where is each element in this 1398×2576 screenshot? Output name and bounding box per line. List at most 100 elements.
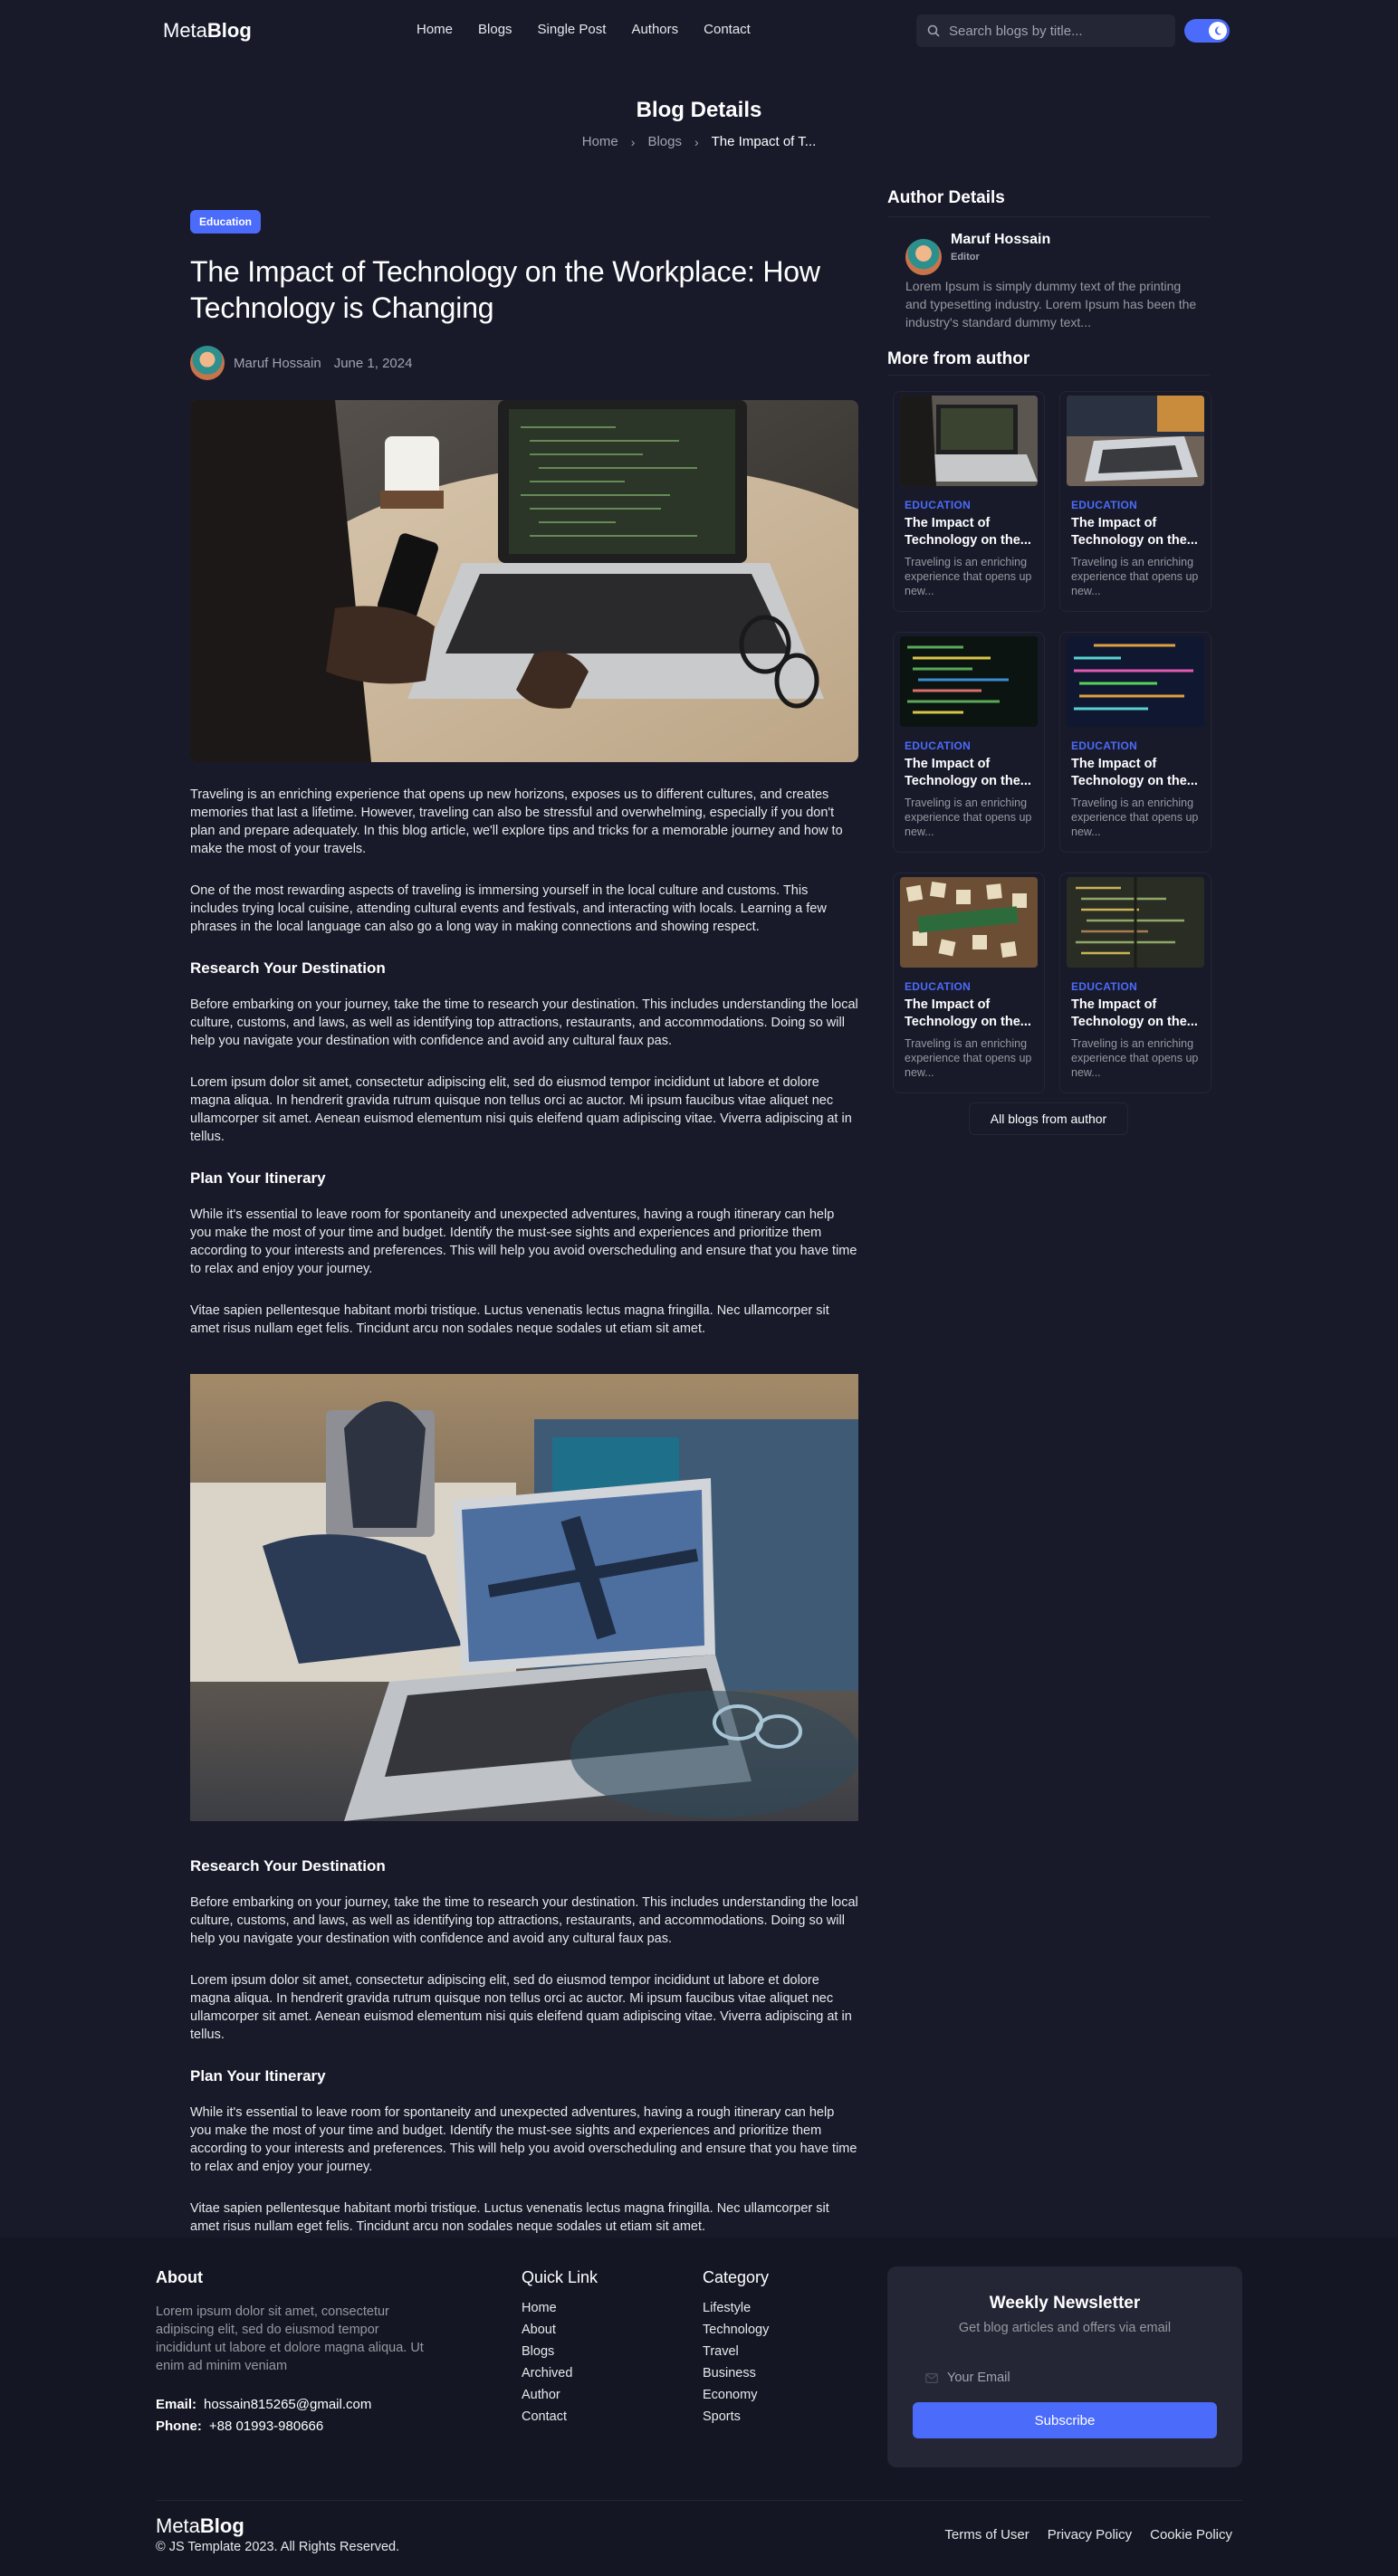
article-paragraph: While it's essential to leave room for s… [190,1207,857,1276]
footer-link-blogs[interactable]: Blogs [522,2344,572,2366]
article-paragraph: Before embarking on your journey, take t… [190,997,858,1048]
post-category: EDUCATION [905,980,972,993]
author-avatar[interactable] [190,346,225,380]
footer-logo[interactable]: MetaBlog [156,2514,244,2538]
post-thumbnail [1067,877,1204,968]
cookie-link[interactable]: Cookie Policy [1150,2527,1232,2543]
post-card[interactable]: EDUCATION The Impact of Technology on th… [893,391,1045,612]
article-author[interactable]: Maruf Hossain [234,356,321,371]
author-details-heading: Author Details [887,188,1005,207]
post-title[interactable]: The Impact of Technology on the... [905,515,1033,549]
newsletter-text: Get blog articles and offers via email [958,2321,1172,2335]
newsletter-box: Weekly Newsletter Get blog articles and … [887,2266,1242,2467]
post-thumbnail [1067,396,1204,486]
nav-single-post[interactable]: Single Post [538,22,607,37]
post-category: EDUCATION [905,499,972,511]
breadcrumb-blogs[interactable]: Blogs [647,134,682,149]
all-blogs-button[interactable]: All blogs from author [969,1102,1128,1135]
category-sports[interactable]: Sports [703,2409,769,2431]
more-from-author-heading: More from author [887,349,1030,368]
category-travel[interactable]: Travel [703,2344,769,2366]
post-excerpt: Traveling is an enriching experience tha… [905,556,1032,597]
chevron-right-icon: › [694,134,699,149]
post-title[interactable]: The Impact of Technology on the... [1071,997,1200,1031]
post-card[interactable]: EDUCATION The Impact of Technology on th… [1059,873,1211,1093]
logo-text-bold: Blog [199,2514,244,2537]
post-excerpt: Traveling is an enriching experience tha… [905,797,1032,838]
post-title[interactable]: The Impact of Technology on the... [1071,756,1200,790]
quick-link-heading: Quick Link [522,2268,598,2286]
post-thumbnail [900,396,1038,486]
nav-authors[interactable]: Authors [631,22,678,37]
footer-link-author[interactable]: Author [522,2388,572,2409]
author-avatar[interactable] [905,239,942,275]
post-excerpt: Traveling is an enriching experience tha… [1071,1037,1199,1079]
post-thumbnail [900,877,1038,968]
subscribe-button[interactable]: Subscribe [913,2402,1217,2438]
category-badge[interactable]: Education [190,210,262,234]
search-input[interactable] [949,23,1166,39]
author-name[interactable]: Maruf Hossain [951,232,1050,248]
phone-link[interactable]: +88 01993-980666 [209,2419,323,2434]
post-card[interactable]: EDUCATION The Impact of Technology on th… [1059,632,1211,853]
post-category: EDUCATION [1071,980,1138,993]
email-label: Email: [156,2397,197,2412]
quick-link-list: Home About Blogs Archived Author Contact [522,2301,572,2431]
sidebar: Author Details Maruf Hossain Editor Lore… [887,188,1211,1135]
site-logo[interactable]: MetaBlog [163,19,252,43]
post-excerpt: Traveling is an enriching experience tha… [905,1037,1032,1079]
post-card[interactable]: EDUCATION The Impact of Technology on th… [893,873,1045,1093]
footer-link-archived[interactable]: Archived [522,2366,572,2388]
copyright: © JS Template 2023. All Rights Reserved. [156,2540,400,2554]
blog-article: Education The Impact of Technology on th… [190,210,858,2236]
newsletter-email-input[interactable] [947,2371,1116,2385]
post-category: EDUCATION [1071,739,1138,752]
logo-text-light: Meta [156,2514,200,2537]
page-title: Blog Details [636,98,762,122]
article-paragraph: Vitae sapien pellentesque habitant morbi… [190,2201,829,2234]
chevron-right-icon: › [630,134,636,149]
footer-about-text: Lorem ipsum dolor sit amet, consectetur … [156,2304,424,2373]
search-icon [927,24,940,37]
article-image [190,1374,858,1821]
section-heading: Research Your Destination [190,1857,386,1875]
article-paragraph: One of the most rewarding aspects of tra… [190,883,827,934]
hero-image [190,400,858,762]
article-meta: Maruf Hossain June 1, 2024 [190,346,858,380]
category-economy[interactable]: Economy [703,2388,769,2409]
post-thumbnail [1067,636,1204,727]
email-link[interactable]: hossain815265@gmail.com [204,2397,371,2412]
footer-link-contact[interactable]: Contact [522,2409,572,2431]
post-title[interactable]: The Impact of Technology on the... [905,756,1033,790]
privacy-link[interactable]: Privacy Policy [1048,2527,1132,2543]
post-card[interactable]: EDUCATION The Impact of Technology on th… [893,632,1045,853]
post-category: EDUCATION [1071,499,1138,511]
nav-blogs[interactable]: Blogs [478,22,512,37]
breadcrumb-home[interactable]: Home [582,134,618,149]
author-post-grid: EDUCATION The Impact of Technology on th… [893,391,1211,1093]
category-heading: Category [703,2268,770,2286]
section-heading: Research Your Destination [190,959,386,977]
footer-about-heading: About [156,2268,203,2286]
article-paragraph: Before embarking on your journey, take t… [190,1895,858,1946]
legal-links: Terms of User Privacy Policy Cookie Poli… [926,2527,1232,2543]
category-lifestyle[interactable]: Lifestyle [703,2301,769,2323]
nav-home[interactable]: Home [417,22,453,37]
category-business[interactable]: Business [703,2366,769,2388]
theme-toggle[interactable] [1184,19,1230,43]
category-technology[interactable]: Technology [703,2323,769,2344]
post-title[interactable]: The Impact of Technology on the... [905,997,1033,1031]
post-excerpt: Traveling is an enriching experience tha… [1071,797,1199,838]
terms-link[interactable]: Terms of User [944,2527,1029,2543]
theme-toggle-knob [1209,22,1227,40]
footer-link-home[interactable]: Home [522,2301,572,2323]
article-title: The Impact of Technology on the Workplac… [190,255,820,324]
article-paragraph: Traveling is an enriching experience tha… [190,787,843,856]
post-title[interactable]: The Impact of Technology on the... [1071,515,1200,549]
footer-link-about[interactable]: About [522,2323,572,2344]
newsletter-heading: Weekly Newsletter [989,2294,1141,2313]
nav-contact[interactable]: Contact [704,22,751,37]
post-card[interactable]: EDUCATION The Impact of Technology on th… [1059,391,1211,612]
breadcrumb: Home › Blogs › The Impact of T... [0,134,1398,149]
post-thumbnail [900,636,1038,727]
